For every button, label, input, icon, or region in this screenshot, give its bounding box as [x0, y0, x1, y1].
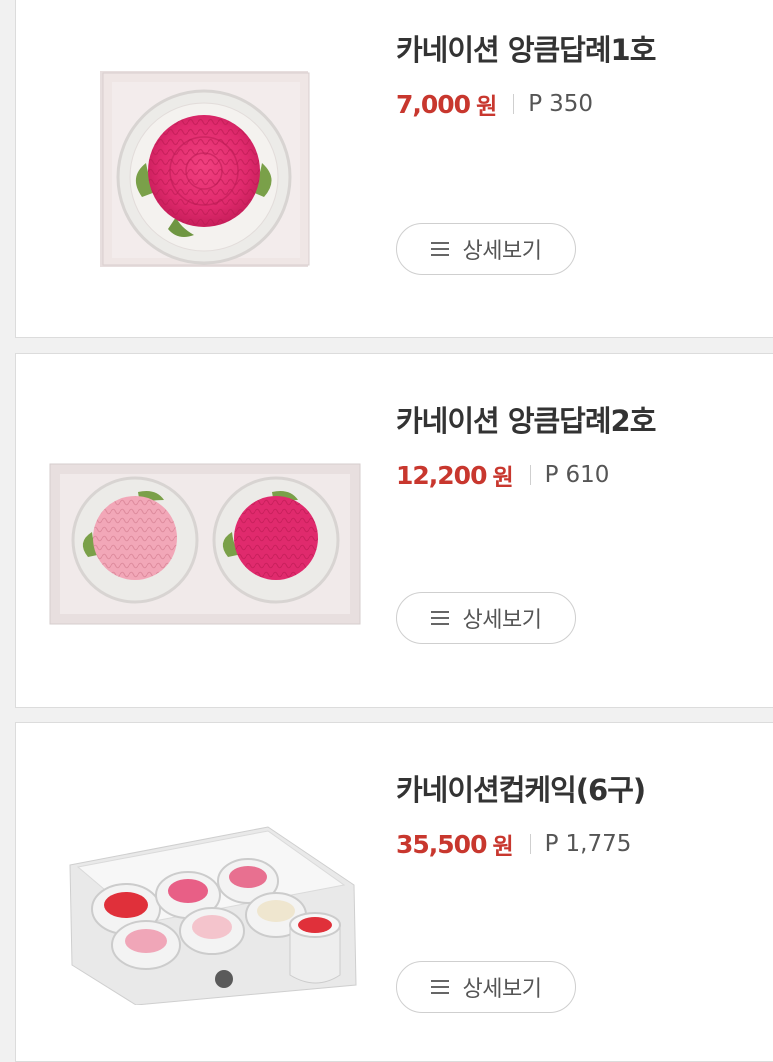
divider: [529, 465, 531, 485]
product-price: 35,500: [396, 829, 487, 859]
product-title[interactable]: 카네이션 앙큼답례2호: [396, 398, 656, 440]
product-points: 350: [549, 91, 594, 117]
product-price: 7,000: [396, 89, 471, 119]
detail-button-label: 상세보기: [462, 977, 542, 1002]
product-title[interactable]: 카네이션컵케익(6구): [396, 767, 646, 809]
point-prefix: P: [544, 462, 559, 488]
product-image[interactable]: [48, 462, 363, 627]
menu-lines-icon: [430, 611, 449, 625]
product-image[interactable]: [98, 67, 316, 272]
point-prefix: P: [544, 831, 559, 857]
product-points: 610: [565, 462, 610, 488]
product-title[interactable]: 카네이션 앙큼답례1호: [396, 27, 656, 69]
point-prefix: P: [528, 91, 543, 117]
detail-button[interactable]: 상세보기: [396, 223, 576, 275]
currency-label: 원: [476, 94, 498, 120]
menu-lines-icon: [430, 980, 449, 994]
product-image[interactable]: [64, 805, 364, 1005]
product-card[interactable]: 카네이션컵케익(6구) 35,500 원 P 1,775 상세보기: [15, 722, 773, 1062]
currency-label: 원: [492, 465, 514, 491]
divider: [529, 834, 531, 854]
detail-button-label: 상세보기: [462, 239, 542, 264]
product-points: 1,775: [565, 831, 632, 857]
currency-label: 원: [492, 834, 514, 860]
menu-lines-icon: [430, 242, 449, 256]
product-card[interactable]: 카네이션 앙큼답례1호 7,000 원 P 350 상세보기: [15, 0, 773, 338]
detail-button[interactable]: 상세보기: [396, 961, 576, 1013]
detail-button[interactable]: 상세보기: [396, 592, 576, 644]
divider: [513, 94, 515, 114]
product-price: 12,200: [396, 460, 487, 490]
product-card[interactable]: 카네이션 앙큼답례2호 12,200 원 P 610 상세보기: [15, 353, 773, 708]
detail-button-label: 상세보기: [462, 608, 542, 633]
